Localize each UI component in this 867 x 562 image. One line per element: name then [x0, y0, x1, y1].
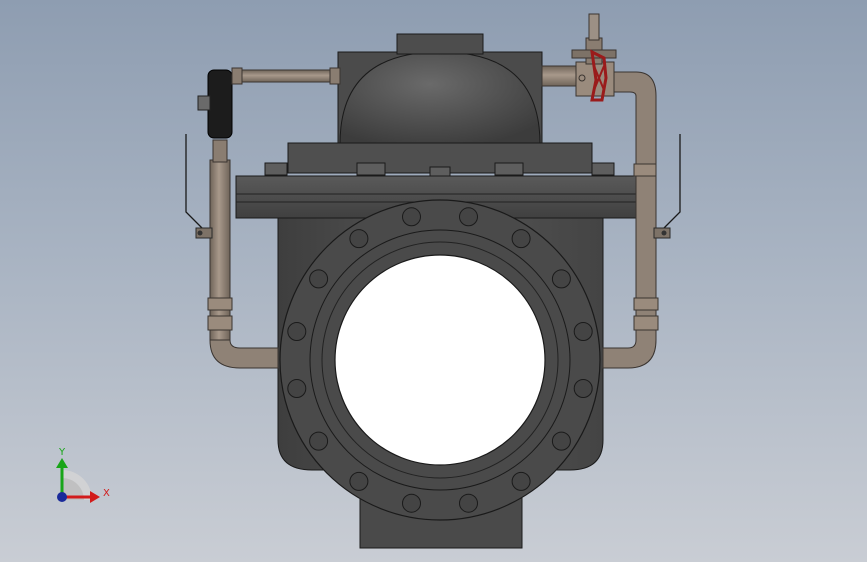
cover-top-boss [396, 33, 484, 55]
origin-dot [57, 492, 67, 502]
bolt-hole [349, 229, 369, 249]
bolt-hole [573, 379, 593, 398]
bolt-hole [459, 493, 478, 513]
bolt-hole [309, 269, 329, 289]
left-pipe-assembly [185, 134, 279, 369]
bolt-hole [511, 229, 531, 249]
bolt-hole [287, 322, 307, 341]
bolt-hole [551, 269, 571, 289]
bolt-hole [287, 379, 307, 398]
bolt-hole [511, 471, 531, 491]
bolt-hole [402, 493, 421, 513]
flange-bore [334, 254, 546, 466]
pressure-gauge [197, 67, 341, 139]
cad-viewport[interactable]: Y X [0, 0, 867, 562]
bolt-hole [309, 431, 329, 451]
coordinate-triad: Y X [56, 447, 110, 503]
y-axis-label: Y [58, 447, 66, 458]
bolt-hole [349, 471, 369, 491]
bolt-hole [573, 322, 593, 341]
bolt-hole [551, 431, 571, 451]
bolt-hole [402, 207, 421, 227]
x-axis-label: X [103, 488, 110, 499]
bolt-hole [459, 207, 478, 227]
